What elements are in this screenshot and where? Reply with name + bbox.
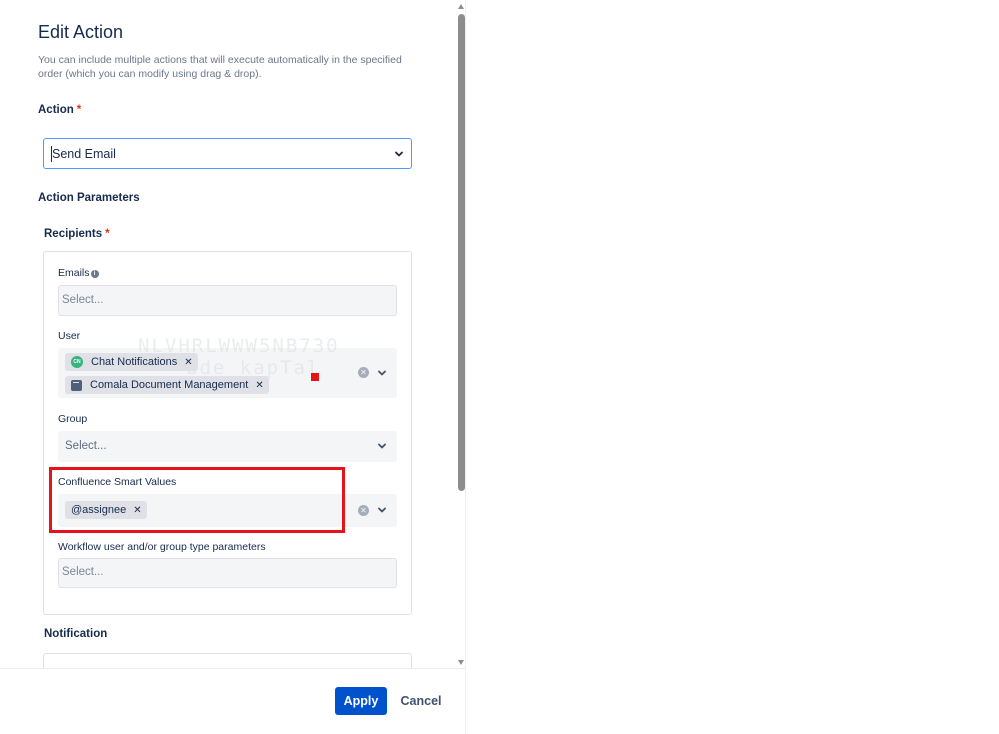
panel-scroll-area: Edit Action You can include multiple act… <box>0 0 456 668</box>
footer-divider <box>0 668 466 669</box>
dialog-description: You can include multiple actions that wi… <box>38 54 402 80</box>
action-parameters-heading: Action Parameters <box>38 192 140 204</box>
chevron-down-icon[interactable] <box>376 367 388 379</box>
chevron-down-icon[interactable] <box>376 440 388 452</box>
watermark: NLVHRLWWW5NB730 ude kapTal <box>138 335 340 379</box>
apply-button[interactable]: Apply <box>335 687 387 715</box>
emails-label: Emails <box>58 267 90 279</box>
chevron-down-icon[interactable] <box>376 504 388 516</box>
clear-icon[interactable]: ✕ <box>358 367 369 378</box>
recipients-label: Recipients <box>44 228 103 240</box>
edit-action-panel: Edit Action You can include multiple act… <box>0 0 466 734</box>
workflow-params-label: Workflow user and/or group type paramete… <box>58 541 266 553</box>
chip-label: Comala Document Management <box>90 379 249 391</box>
action-select-value: Send Email <box>52 147 116 161</box>
emails-placeholder: Select... <box>62 294 104 306</box>
document-icon <box>71 379 82 391</box>
dialog-title: Edit Action <box>38 22 124 42</box>
group-select[interactable]: Select... <box>58 431 397 462</box>
workflow-params-placeholder: Select... <box>62 566 104 578</box>
chat-notifications-avatar-icon: CN <box>71 356 83 368</box>
user-label: User <box>58 330 81 342</box>
notification-box <box>43 653 412 668</box>
remove-chip-icon[interactable]: ✕ <box>255 380 263 391</box>
workflow-params-select[interactable]: Select... <box>58 558 397 588</box>
action-label-row: Action * <box>38 104 81 116</box>
watermark-line: NLVHRLWWW5NB730 <box>138 335 340 357</box>
scroll-down-arrow-icon[interactable] <box>458 660 464 665</box>
scroll-up-arrow-icon[interactable] <box>458 4 464 9</box>
required-mark: * <box>105 228 110 240</box>
chevron-down-icon[interactable] <box>393 148 405 160</box>
action-label: Action <box>38 104 74 116</box>
recipients-label-row: Recipients * <box>44 228 110 240</box>
action-select[interactable]: Send Email <box>43 138 412 169</box>
group-placeholder: Select... <box>65 440 107 452</box>
emails-label-row: Emails i <box>58 267 99 279</box>
clear-icon[interactable]: ✕ <box>358 505 369 516</box>
highlight-box <box>49 467 345 533</box>
scrollbar-thumb[interactable] <box>458 14 465 491</box>
info-icon[interactable]: i <box>90 270 99 278</box>
red-marker <box>311 373 319 381</box>
emails-select[interactable]: Select... <box>58 285 397 316</box>
cancel-button[interactable]: Cancel <box>398 687 444 715</box>
group-label: Group <box>58 413 88 425</box>
required-mark: * <box>76 104 82 116</box>
notification-label: Notification <box>44 628 108 640</box>
